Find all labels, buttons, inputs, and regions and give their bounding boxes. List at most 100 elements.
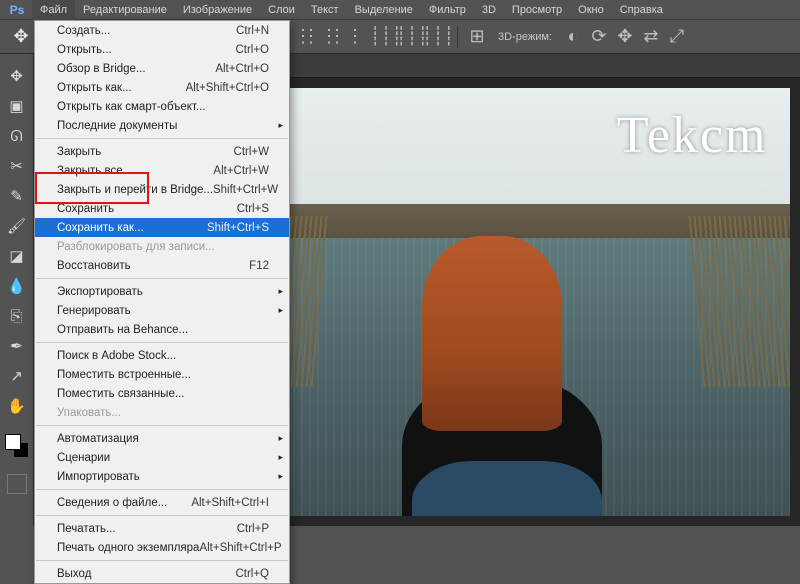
menu-item-label: Сохранить как... [57,222,207,234]
menu-view[interactable]: Просмотр [504,0,570,20]
clone-tool-icon[interactable]: ⎘ [5,304,29,328]
menu-item-shortcut: Alt+Shift+Ctrl+P [199,542,281,554]
menubar: Ps ФайлРедактированиеИзображениеСлоиТекс… [0,0,800,20]
slide-icon[interactable]: ⇄ [640,26,662,48]
menu-item: Упаковать... [35,403,289,422]
lasso-tool-icon[interactable]: ᘏ [5,124,29,148]
menu-separator [36,138,288,139]
separator [457,26,458,48]
menu-item-label: Выход [57,568,235,580]
eyedropper-tool-icon[interactable]: ✎ [5,184,29,208]
bucket-tool-icon[interactable]: 💧 [5,274,29,298]
menu-separator [36,342,288,343]
brush-tool-icon[interactable]: 🖌 [5,214,29,238]
menu-item[interactable]: Отправить на Behance... [35,320,289,339]
menu-item[interactable]: Создать...Ctrl+N [35,21,289,40]
distribute-icon[interactable]: ⋮⋮ [335,26,357,48]
marquee-tool-icon[interactable]: ▣ [5,94,29,118]
menu-item[interactable]: СохранитьCtrl+S [35,199,289,218]
menu-item-label: Печатать... [57,523,237,535]
menu-item-label: Импортировать [57,471,269,483]
menu-item[interactable]: Закрыть всеAlt+Ctrl+W [35,161,289,180]
menu-item-label: Создать... [57,25,236,37]
menu-item-label: Экспортировать [57,286,269,298]
menu-separator [36,560,288,561]
menu-item[interactable]: Сохранить как...Shift+Ctrl+S [35,218,289,237]
menu-item-label: Закрыть все [57,165,213,177]
quickmask-icon[interactable] [7,474,27,494]
menu-item[interactable]: ЗакрытьCtrl+W [35,142,289,161]
menu-item-label: Обзор в Bridge... [57,63,215,75]
menu-item-shortcut: Alt+Shift+Ctrl+O [186,82,269,94]
menu-item-shortcut: Alt+Ctrl+O [215,63,269,75]
menu-filter[interactable]: Фильтр [421,0,474,20]
eraser-tool-icon[interactable]: ◪ [5,244,29,268]
menu-layers[interactable]: Слои [260,0,303,20]
menu-file[interactable]: Файл [32,0,75,20]
crop-tool-icon[interactable]: ✂ [5,154,29,178]
menu-item[interactable]: Экспортировать [35,282,289,301]
menu-item[interactable]: Открыть...Ctrl+O [35,40,289,59]
move-tool-icon: ✥ [8,24,34,50]
menu-item[interactable]: Импортировать [35,467,289,486]
menu-item[interactable]: Автоматизация [35,429,289,448]
extras-icon[interactable]: ⊞ [466,26,488,48]
menu-item-shortcut: Ctrl+N [236,25,269,37]
menu-item[interactable]: Открыть как...Alt+Shift+Ctrl+O [35,78,289,97]
menu-window[interactable]: Окно [570,0,612,20]
menu-item-shortcut: Alt+Shift+Ctrl+I [191,497,269,509]
menu-separator [36,489,288,490]
menu-item[interactable]: Генерировать [35,301,289,320]
menu-edit[interactable]: Редактирование [75,0,175,20]
menu-item-label: Поиск в Adobe Stock... [57,350,269,362]
menu-item[interactable]: ВыходCtrl+Q [35,564,289,583]
path-tool-icon[interactable]: ↗ [5,364,29,388]
move-tool-icon[interactable]: ✥ [5,64,29,88]
roll-icon[interactable]: ⟳ [588,26,610,48]
menu-item-label: Последние документы [57,120,269,132]
menu-item[interactable]: Поместить встроенные... [35,365,289,384]
menu-item[interactable]: Поиск в Adobe Stock... [35,346,289,365]
menu-image[interactable]: Изображение [175,0,260,20]
pan-icon[interactable]: ✥ [614,26,636,48]
menu-item-shortcut: Ctrl+Q [235,568,269,580]
menu-item-label: Генерировать [57,305,269,317]
menu-help[interactable]: Справка [612,0,671,20]
orbit-icon[interactable]: ◐ [562,26,584,48]
menu-3d[interactable]: 3D [474,0,504,20]
menu-item[interactable]: Обзор в Bridge...Alt+Ctrl+O [35,59,289,78]
menu-item-label: Печать одного экземпляра [57,542,199,554]
menu-item[interactable]: Сценарии [35,448,289,467]
menu-item-shortcut: Alt+Ctrl+W [213,165,269,177]
color-swatch[interactable] [5,434,29,458]
menu-item[interactable]: Печать одного экземпляраAlt+Shift+Ctrl+P [35,538,289,557]
menu-item[interactable]: Открыть как смарт-объект... [35,97,289,116]
menu-item[interactable]: Закрыть и перейти в Bridge...Shift+Ctrl+… [35,180,289,199]
menu-item[interactable]: Сведения о файле...Alt+Shift+Ctrl+I [35,493,289,512]
distribute-h-icon[interactable]: ┊┊┊ [427,26,449,48]
menu-item-shortcut: Ctrl+P [237,523,269,535]
menu-separator [36,278,288,279]
menu-separator [36,425,288,426]
file-menu-dropdown: Создать...Ctrl+NОткрыть...Ctrl+OОбзор в … [34,20,290,584]
menu-item-label: Сведения о файле... [57,497,191,509]
menu-item-label: Разблокировать для записи... [57,241,269,253]
menu-text[interactable]: Текст [303,0,347,20]
distribute-h-icon[interactable]: ┊┊┊ [375,26,397,48]
scale-icon[interactable]: ⤢ [666,26,688,48]
menu-select[interactable]: Выделение [347,0,421,20]
menu-item[interactable]: Печатать...Ctrl+P [35,519,289,538]
menu-item[interactable]: Поместить связанные... [35,384,289,403]
menu-item[interactable]: Последние документы [35,116,289,135]
menu-item-label: Сценарии [57,452,269,464]
menu-item-label: Поместить связанные... [57,388,269,400]
menu-item-label: Закрыть и перейти в Bridge... [57,184,213,196]
menu-item-shortcut: Ctrl+O [235,44,269,56]
hand-tool-icon[interactable]: ✋ [5,394,29,418]
app-logo: Ps [2,0,32,20]
pen-tool-icon[interactable]: ✒ [5,334,29,358]
menu-item-label: Отправить на Behance... [57,324,269,336]
menu-item[interactable]: ВосстановитьF12 [35,256,289,275]
menu-item-label: Открыть как смарт-объект... [57,101,269,113]
distribute-h-icon[interactable]: ┊┊┊ [401,26,423,48]
